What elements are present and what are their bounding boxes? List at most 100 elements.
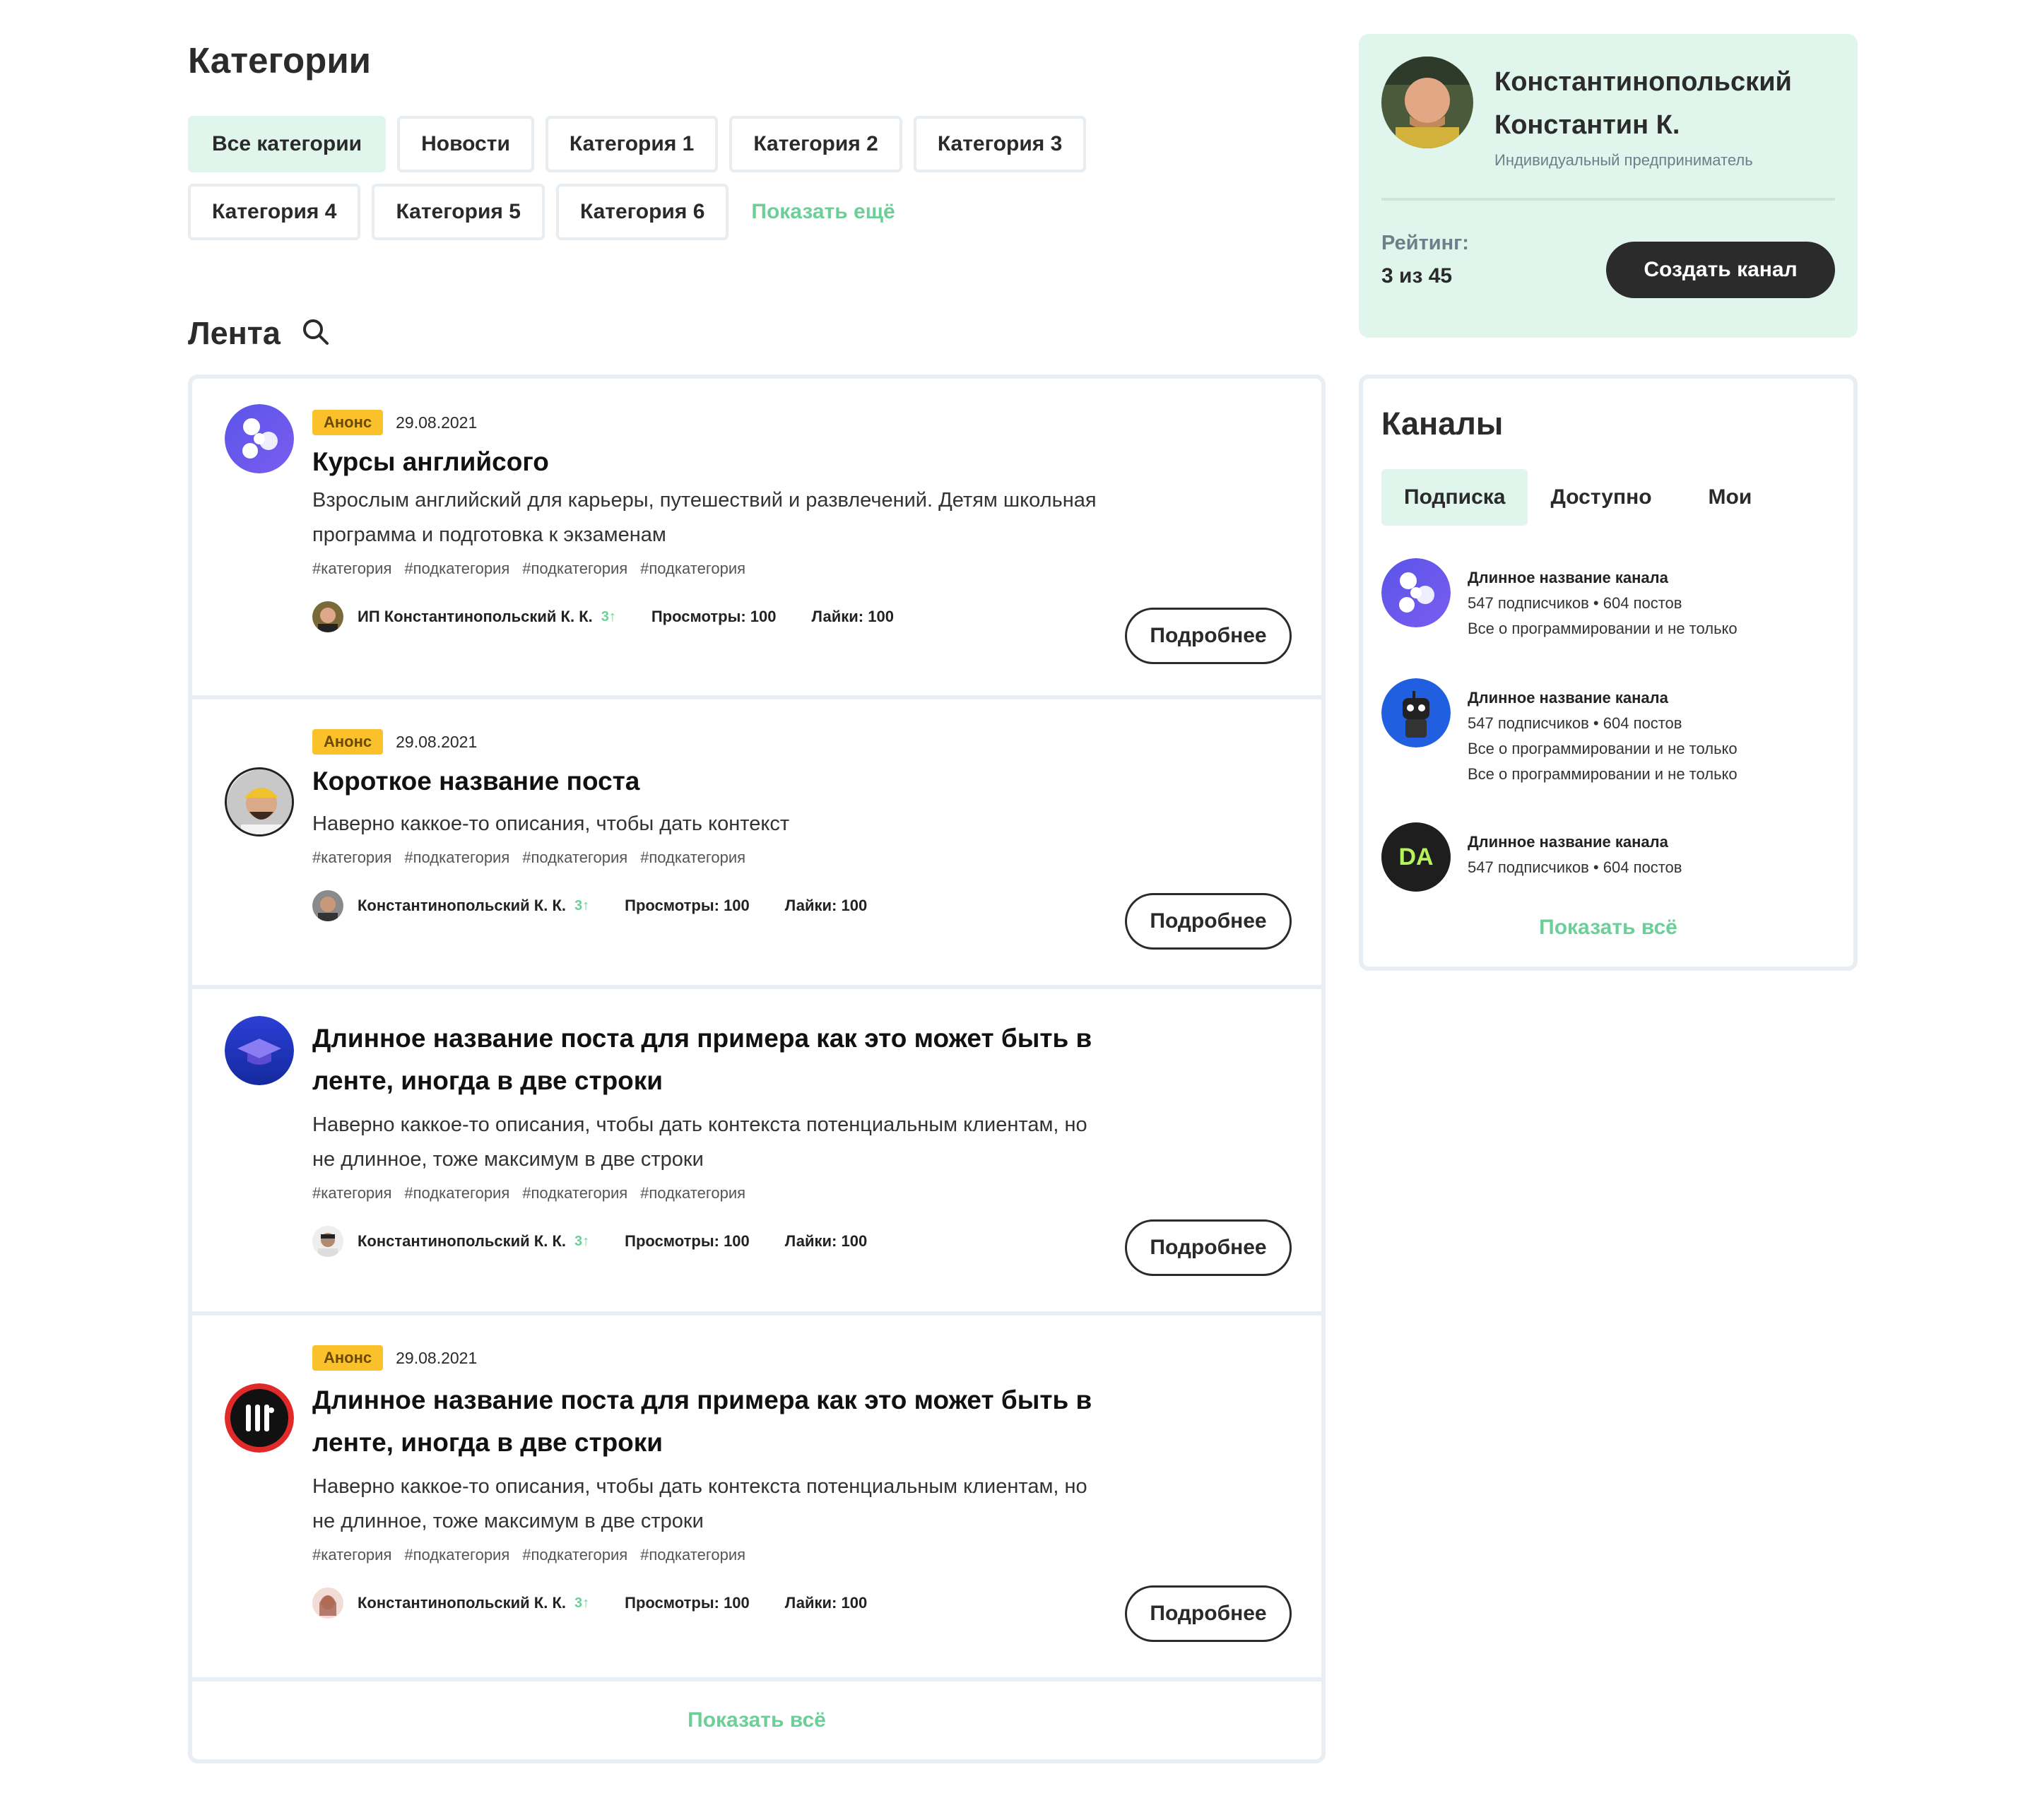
post-tags: #категория #подкатегория #подкатегория #под… (312, 1184, 1292, 1202)
likes-count: Лайки: 100 (784, 1232, 868, 1250)
categories-title: Категории (188, 40, 372, 81)
post-description: Наверно каккое-то описания, чтобы дать к… (312, 1113, 1087, 1171)
profile-name: Константинопольский Константин К. (1494, 67, 1792, 140)
show-all-channels-link[interactable]: Показать всё (1363, 916, 1853, 940)
tag[interactable]: #подкатегория (640, 1546, 745, 1564)
avatar[interactable] (1381, 57, 1473, 148)
robot-logo-icon (1381, 678, 1451, 748)
details-button[interactable]: Подробнее (1125, 608, 1292, 664)
post-description: Наверно каккое-то описания, чтобы дать к… (312, 1475, 1087, 1532)
details-button[interactable]: Подробнее (1125, 1585, 1292, 1642)
author-rank: 3↑ (574, 1233, 590, 1249)
author-rank: 3↑ (574, 897, 590, 914)
feed-post[interactable]: Анонс 29.08.2021 Курсы английсого Взрослы… (192, 379, 1321, 695)
author-name[interactable]: ИП Константинопольский К. К. (358, 608, 593, 626)
create-channel-button[interactable]: Создать канал (1606, 242, 1835, 298)
post-title[interactable]: Длинное название поста для примера как э… (312, 1379, 1111, 1464)
tag[interactable]: #подкатегория (522, 560, 627, 578)
tag[interactable]: #подкатегория (404, 849, 509, 867)
chip-all-categories[interactable]: Все категории (188, 116, 387, 172)
likes-count: Лайки: 100 (784, 897, 868, 914)
author-name[interactable]: Константинопольский К. К. (358, 897, 566, 915)
tag[interactable]: #категория (312, 1546, 391, 1564)
search-icon[interactable] (302, 318, 330, 350)
avatar[interactable] (312, 1226, 343, 1257)
chip-category-6[interactable]: Категория 6 (555, 184, 729, 240)
profile-card: Константинопольский Константин К. Индиви… (1359, 34, 1858, 338)
feed-post[interactable]: Анонс 29.08.2021 Короткое название поста … (192, 699, 1321, 985)
chip-category-5[interactable]: Категория 5 (372, 184, 545, 240)
tag[interactable]: #категория (312, 560, 391, 578)
tag[interactable]: #подкатегория (404, 1184, 509, 1202)
show-more-categories-link[interactable]: Показать ещё (740, 200, 895, 224)
views-count: Просмотры: 100 (651, 608, 777, 625)
tag[interactable]: #подкатегория (640, 560, 745, 578)
divider (1381, 198, 1835, 201)
tag[interactable]: #подкатегория (522, 1184, 627, 1202)
tab-available[interactable]: Доступно (1528, 469, 1674, 526)
feed-header: Лента (188, 315, 330, 352)
chip-category-3[interactable]: Категория 3 (913, 116, 1087, 172)
post-description: Взрослым английский для карьеры, путешес… (312, 489, 1097, 546)
channel-description: Все о программировании и не только (1468, 620, 1738, 637)
tag[interactable]: #подкатегория (640, 1184, 745, 1202)
post-tags: #категория #подкатегория #подкатегория #под… (312, 560, 1292, 578)
channels-title: Каналы (1381, 406, 1504, 442)
channels-panel: Каналы Подписка Доступно Мои Длинное наз… (1359, 374, 1858, 971)
avatar[interactable] (312, 1588, 343, 1619)
likes-count: Лайки: 100 (811, 608, 894, 625)
tab-mine[interactable]: Мои (1675, 469, 1775, 526)
tag[interactable]: #подкатегория (522, 1546, 627, 1564)
category-chips: Все категории Новости Категория 1 Катего… (188, 116, 1107, 252)
chip-category-4[interactable]: Категория 4 (188, 184, 361, 240)
tag[interactable]: #категория (312, 1184, 391, 1202)
views-count: Просмотры: 100 (625, 1594, 750, 1612)
channel-stats: 547 подписчиков • 604 постов (1468, 714, 1682, 732)
chip-category-2[interactable]: Категория 2 (729, 116, 902, 172)
channel-name: Длинное название канала (1468, 689, 1668, 707)
announcement-badge: Анонс (312, 729, 384, 755)
rating-value: 3 из 45 (1381, 264, 1453, 288)
show-all-posts-link[interactable]: Показать всё (192, 1682, 1321, 1759)
chip-category-1[interactable]: Категория 1 (545, 116, 719, 172)
post-date: 29.08.2021 (396, 413, 478, 432)
da-logo-icon: DA (1381, 822, 1451, 892)
announcement-badge: Анонс (312, 1345, 384, 1371)
swirl-logo-icon (225, 404, 294, 473)
tag[interactable]: #подкатегория (522, 849, 627, 867)
da-logo-text: DA (1398, 843, 1434, 870)
post-title[interactable]: Короткое название поста (312, 760, 1111, 803)
author-name[interactable]: Константинопольский К. К. (358, 1594, 566, 1612)
tag[interactable]: #подкатегория (404, 1546, 509, 1564)
feed-post[interactable]: Анонс 29.08.2021 Длинное название поста д… (192, 1316, 1321, 1677)
views-count: Просмотры: 100 (625, 1232, 750, 1250)
tag[interactable]: #категория (312, 849, 391, 867)
channel-name: Длинное название канала (1468, 569, 1668, 586)
avatar[interactable] (312, 601, 343, 632)
feed-post[interactable]: Длинное название поста для примера как э… (192, 989, 1321, 1311)
channel-description: Все о программировании и не только (1468, 740, 1738, 757)
likes-count: Лайки: 100 (784, 1594, 868, 1612)
graduation-cap-icon (225, 1016, 294, 1085)
channel-stats: 547 подписчиков • 604 постов (1468, 858, 1682, 876)
profile-role: Индивидуальный предприниматель (1494, 151, 1753, 169)
chip-news[interactable]: Новости (397, 116, 534, 172)
post-tags: #категория #подкатегория #подкатегория #под… (312, 849, 1292, 867)
swirl-logo-icon (1381, 558, 1451, 627)
details-button[interactable]: Подробнее (1125, 1219, 1292, 1276)
author-rank: 3↑ (601, 608, 616, 625)
tab-subscriptions[interactable]: Подписка (1381, 469, 1528, 526)
author-name[interactable]: Константинопольский К. К. (358, 1232, 566, 1251)
feed-list: Анонс 29.08.2021 Курсы английсого Взрослы… (188, 374, 1326, 1763)
post-title[interactable]: Курсы английсого (312, 441, 1111, 483)
post-title[interactable]: Длинное название поста для примера как э… (312, 1017, 1111, 1102)
tag[interactable]: #подкатегория (640, 849, 745, 867)
channels-tabs: Подписка Доступно Мои (1381, 469, 1774, 526)
tag[interactable]: #подкатегория (404, 560, 509, 578)
details-button[interactable]: Подробнее (1125, 893, 1292, 950)
avatar[interactable] (312, 890, 343, 921)
post-date: 29.08.2021 (396, 732, 478, 751)
channel-description: Все о программировании и не только (1468, 765, 1738, 783)
views-count: Просмотры: 100 (625, 897, 750, 914)
post-tags: #категория #подкатегория #подкатегория #под… (312, 1546, 1292, 1564)
